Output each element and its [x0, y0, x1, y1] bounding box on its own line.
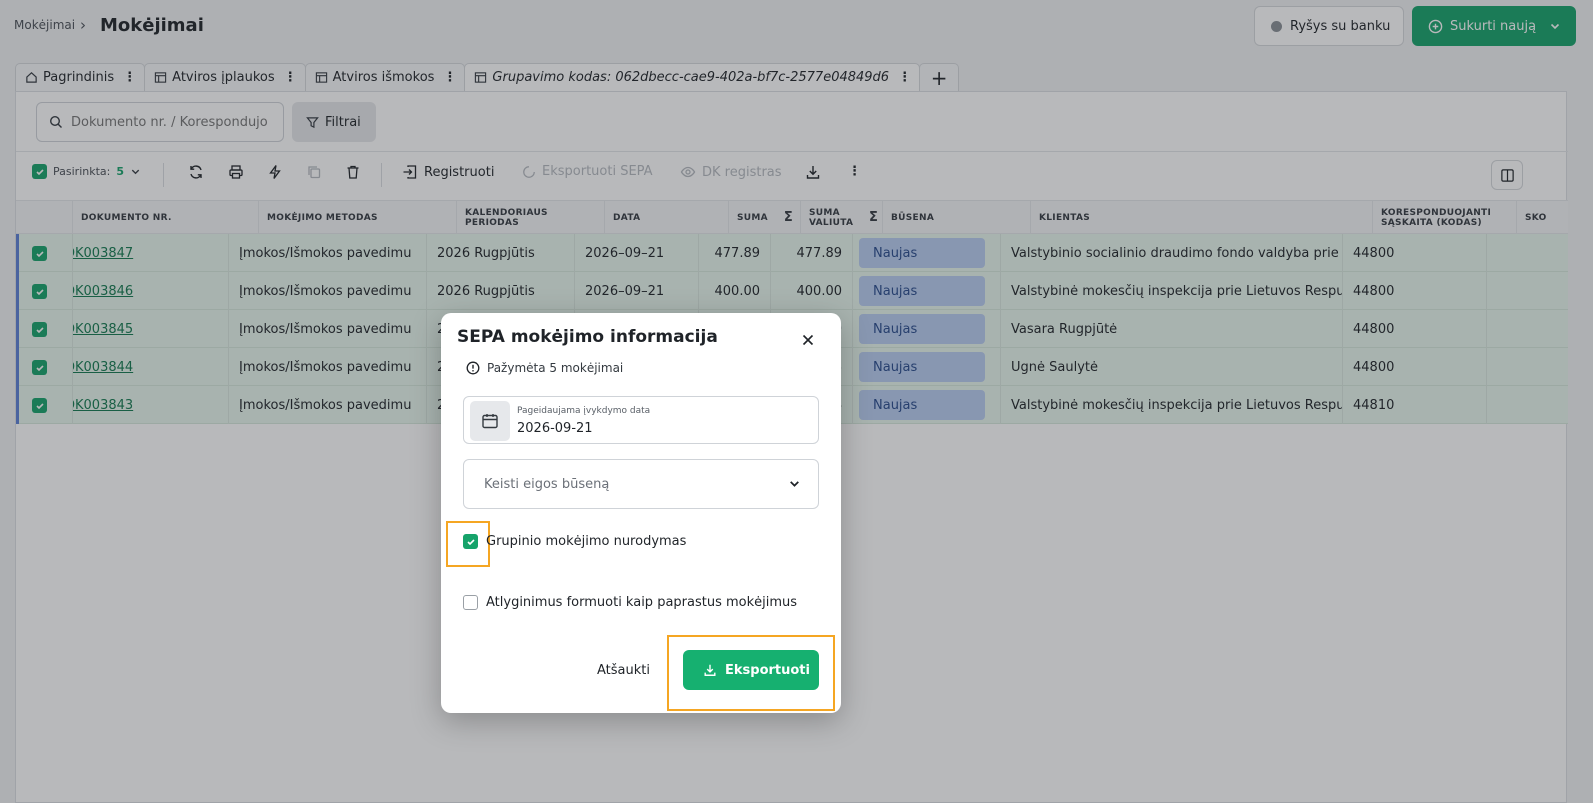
- download-icon: [704, 664, 716, 676]
- date-value[interactable]: 2026-09-21: [517, 421, 593, 436]
- status-select[interactable]: Keisti eigos būseną: [463, 459, 819, 509]
- close-icon[interactable]: [799, 331, 817, 349]
- salary-label: Atlyginimus formuoti kaip paprastus mokė…: [486, 595, 798, 610]
- group-payment-option[interactable]: Grupinio mokėjimo nurodymas: [463, 534, 686, 549]
- chevron-down-icon: [790, 481, 799, 487]
- export-button[interactable]: Eksportuoti: [683, 650, 819, 690]
- cancel-button[interactable]: Atšaukti: [597, 663, 650, 678]
- salary-option[interactable]: Atlyginimus formuoti kaip paprastus mokė…: [463, 595, 797, 610]
- salary-checkbox[interactable]: [463, 595, 478, 610]
- export-label: Eksportuoti: [725, 662, 810, 678]
- selection-info: Pažymėta 5 mokėjimai: [466, 361, 623, 375]
- date-label: Pageidaujama įvykdymo data: [517, 406, 651, 416]
- info-icon: [466, 361, 480, 375]
- group-payment-checkbox[interactable]: [463, 534, 478, 549]
- info-text: Pažymėta 5 mokėjimai: [487, 361, 624, 375]
- sepa-dialog: SEPA mokėjimo informacija Pažymėta 5 mok…: [441, 313, 841, 713]
- dialog-title: SEPA mokėjimo informacija: [457, 327, 718, 347]
- group-payment-label: Grupinio mokėjimo nurodymas: [486, 534, 687, 549]
- execution-date-field[interactable]: Pageidaujama įvykdymo data 2026-09-21: [463, 396, 819, 444]
- status-select-placeholder: Keisti eigos būseną: [484, 476, 610, 492]
- calendar-icon[interactable]: [470, 401, 510, 441]
